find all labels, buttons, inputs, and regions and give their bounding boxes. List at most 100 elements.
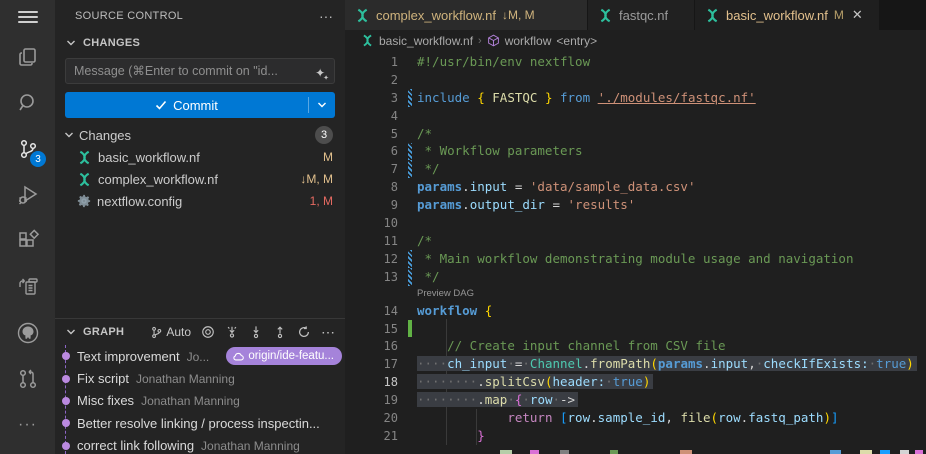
graph-section: GRAPH Auto ⋯ (55, 318, 345, 454)
changes-tree-label: Changes (79, 128, 313, 143)
commit-author: Jo... (187, 350, 210, 364)
sidebar-header: SOURCE CONTROL ··· (55, 0, 345, 32)
code-line-4[interactable]: 4 (345, 107, 926, 125)
activity-more-button[interactable]: ··· (0, 402, 55, 448)
changes-count-badge: 3 (315, 126, 333, 144)
code-line-11[interactable]: 11/* (345, 232, 926, 250)
code-line-18[interactable]: 18········.splitCsv(header:·true) (345, 373, 926, 391)
breadcrumb-detail: <entry> (556, 34, 597, 48)
branch-badge-label: origin/ide-featu... (248, 350, 334, 362)
branch-badge[interactable]: origin/ide-featu... (226, 347, 342, 365)
nextflow-icon (361, 34, 374, 47)
commit-author: Jonathan Manning (141, 394, 240, 408)
code-line-15[interactable]: 15 (345, 320, 926, 338)
line-number: 2 (345, 73, 398, 87)
commit-row[interactable]: Fix script Jonathan Manning (55, 367, 345, 389)
breadcrumb-symbol[interactable]: workflow (505, 34, 552, 48)
scroll-to-current-button[interactable] (201, 325, 215, 339)
menu-button[interactable] (0, 0, 55, 34)
line-number: 4 (345, 109, 398, 123)
commit-message: correct link following (77, 438, 194, 453)
graph-more-button[interactable]: ⋯ (321, 324, 335, 341)
code-line-8[interactable]: 8params.input = 'data/sample_data.csv' (345, 178, 926, 196)
code-line-1[interactable]: 1#!/usr/bin/env nextflow (345, 53, 926, 71)
commit-message-wrap: ✦✦ (55, 58, 345, 84)
code-editor[interactable]: 1#!/usr/bin/env nextflow 2 3include { FAST… (345, 51, 926, 454)
code-line-20[interactable]: 20 return [row.sample_id, file(row.fastq… (345, 409, 926, 427)
source-control-tab[interactable]: 3 (0, 126, 55, 172)
run-debug-tab[interactable] (0, 172, 55, 218)
line-number: 12 (345, 252, 398, 266)
pull-request-tab[interactable] (0, 356, 55, 402)
code-line-5[interactable]: 5/* (345, 125, 926, 143)
code-line-12[interactable]: 12 * Main workflow demonstrating module … (345, 250, 926, 268)
search-tab[interactable] (0, 80, 55, 126)
pull-icon (249, 325, 263, 339)
commit-row[interactable]: correct link following Jonathan Manning (55, 435, 345, 454)
tab-complex-workflow[interactable]: complex_workflow.nf ↓M, M (345, 0, 588, 30)
code-line-14[interactable]: 14workflow { (345, 302, 926, 320)
pull-button[interactable] (249, 325, 263, 339)
code-line-3[interactable]: 3include { FASTQC } from './modules/fast… (345, 89, 926, 107)
close-icon[interactable]: ✕ (852, 7, 863, 23)
tab-basic-workflow-active[interactable]: basic_workflow.nf M ✕ (695, 0, 880, 30)
breadcrumb-file[interactable]: basic_workflow.nf (379, 34, 473, 48)
fetch-button[interactable] (225, 325, 239, 339)
refresh-button[interactable] (297, 325, 311, 339)
gutter-modified-indicator (408, 89, 412, 107)
tab-fastqc[interactable]: fastqc.nf (588, 0, 695, 30)
sparkle-icon[interactable]: ✦✦ (315, 67, 329, 82)
changes-section-header[interactable]: CHANGES (55, 32, 345, 54)
line-number: 9 (345, 198, 398, 212)
push-button[interactable] (273, 325, 287, 339)
sidebar-title: SOURCE CONTROL (75, 10, 319, 22)
code-line-19[interactable]: 19········.map·{·row·-> (345, 391, 926, 409)
code-line-16[interactable]: 16 // Create input channel from CSV file (345, 338, 926, 356)
code-line-21[interactable]: 21 } (345, 427, 926, 445)
commit-message: Text improvement (77, 349, 180, 364)
gutter-modified-indicator (408, 143, 412, 161)
commit-row[interactable]: Text improvement Jo... origin/ide-featu.… (55, 345, 345, 367)
target-icon (201, 325, 215, 339)
code-line-9[interactable]: 9params.output_dir = 'results' (345, 196, 926, 214)
more-icon: ··· (18, 416, 37, 434)
github-tab[interactable] (0, 310, 55, 356)
check-icon (155, 99, 167, 111)
line-number: 11 (345, 234, 398, 248)
tab-bar: complex_workflow.nf ↓M, M fastqc.nf basi… (345, 0, 926, 30)
chevron-down-icon (63, 324, 79, 340)
changes-tree-header[interactable]: Changes 3 (55, 124, 345, 146)
file-row-complex-workflow[interactable]: complex_workflow.nf ↓M, M (55, 168, 345, 190)
file-row-nextflow-config[interactable]: nextflow.config 1, M (55, 190, 345, 212)
code-line-10[interactable]: 10 (345, 214, 926, 232)
code-line-13[interactable]: 13 */ (345, 268, 926, 286)
code-line-2[interactable]: 2 (345, 71, 926, 89)
code-text: include { FASTQC } from './modules/fastq… (417, 89, 756, 107)
code-text: // Create input channel from CSV file (417, 337, 726, 355)
gutter-added-indicator (408, 320, 412, 338)
code-line-17[interactable]: 17····ch_input·=·Channel.fromPath(params… (345, 355, 926, 373)
branch-picker-button[interactable]: Auto (150, 325, 191, 339)
commit-row[interactable]: Better resolve linking / process inspect… (55, 412, 345, 434)
code-line-6[interactable]: 6 * Workflow parameters (345, 143, 926, 161)
line-number: 10 (345, 216, 398, 230)
commit-row[interactable]: Misc fixes Jonathan Manning (55, 390, 345, 412)
codelens-preview-dag[interactable]: Preview DAG (417, 286, 474, 302)
file-name: basic_workflow.nf (98, 150, 317, 165)
sidebar-more-button[interactable]: ··· (319, 8, 333, 24)
code-text: ····ch_input·=·Channel.fromPath(params.i… (417, 355, 917, 373)
commit-dropdown-button[interactable] (309, 100, 335, 110)
line-number: 7 (345, 162, 398, 176)
commit-dot-icon (62, 397, 70, 405)
commit-button[interactable]: Commit (65, 92, 335, 118)
commit-message-input[interactable] (65, 58, 335, 84)
line-number: 1 (345, 55, 398, 69)
references-tab[interactable] (0, 264, 55, 310)
tab-decoration: M (834, 8, 844, 22)
explorer-tab[interactable] (0, 34, 55, 80)
code-line-7[interactable]: 7 */ (345, 160, 926, 178)
file-row-basic-workflow[interactable]: basic_workflow.nf M (55, 146, 345, 168)
extensions-tab[interactable] (0, 218, 55, 264)
nextflow-icon (77, 150, 92, 165)
line-number: 15 (345, 322, 398, 336)
